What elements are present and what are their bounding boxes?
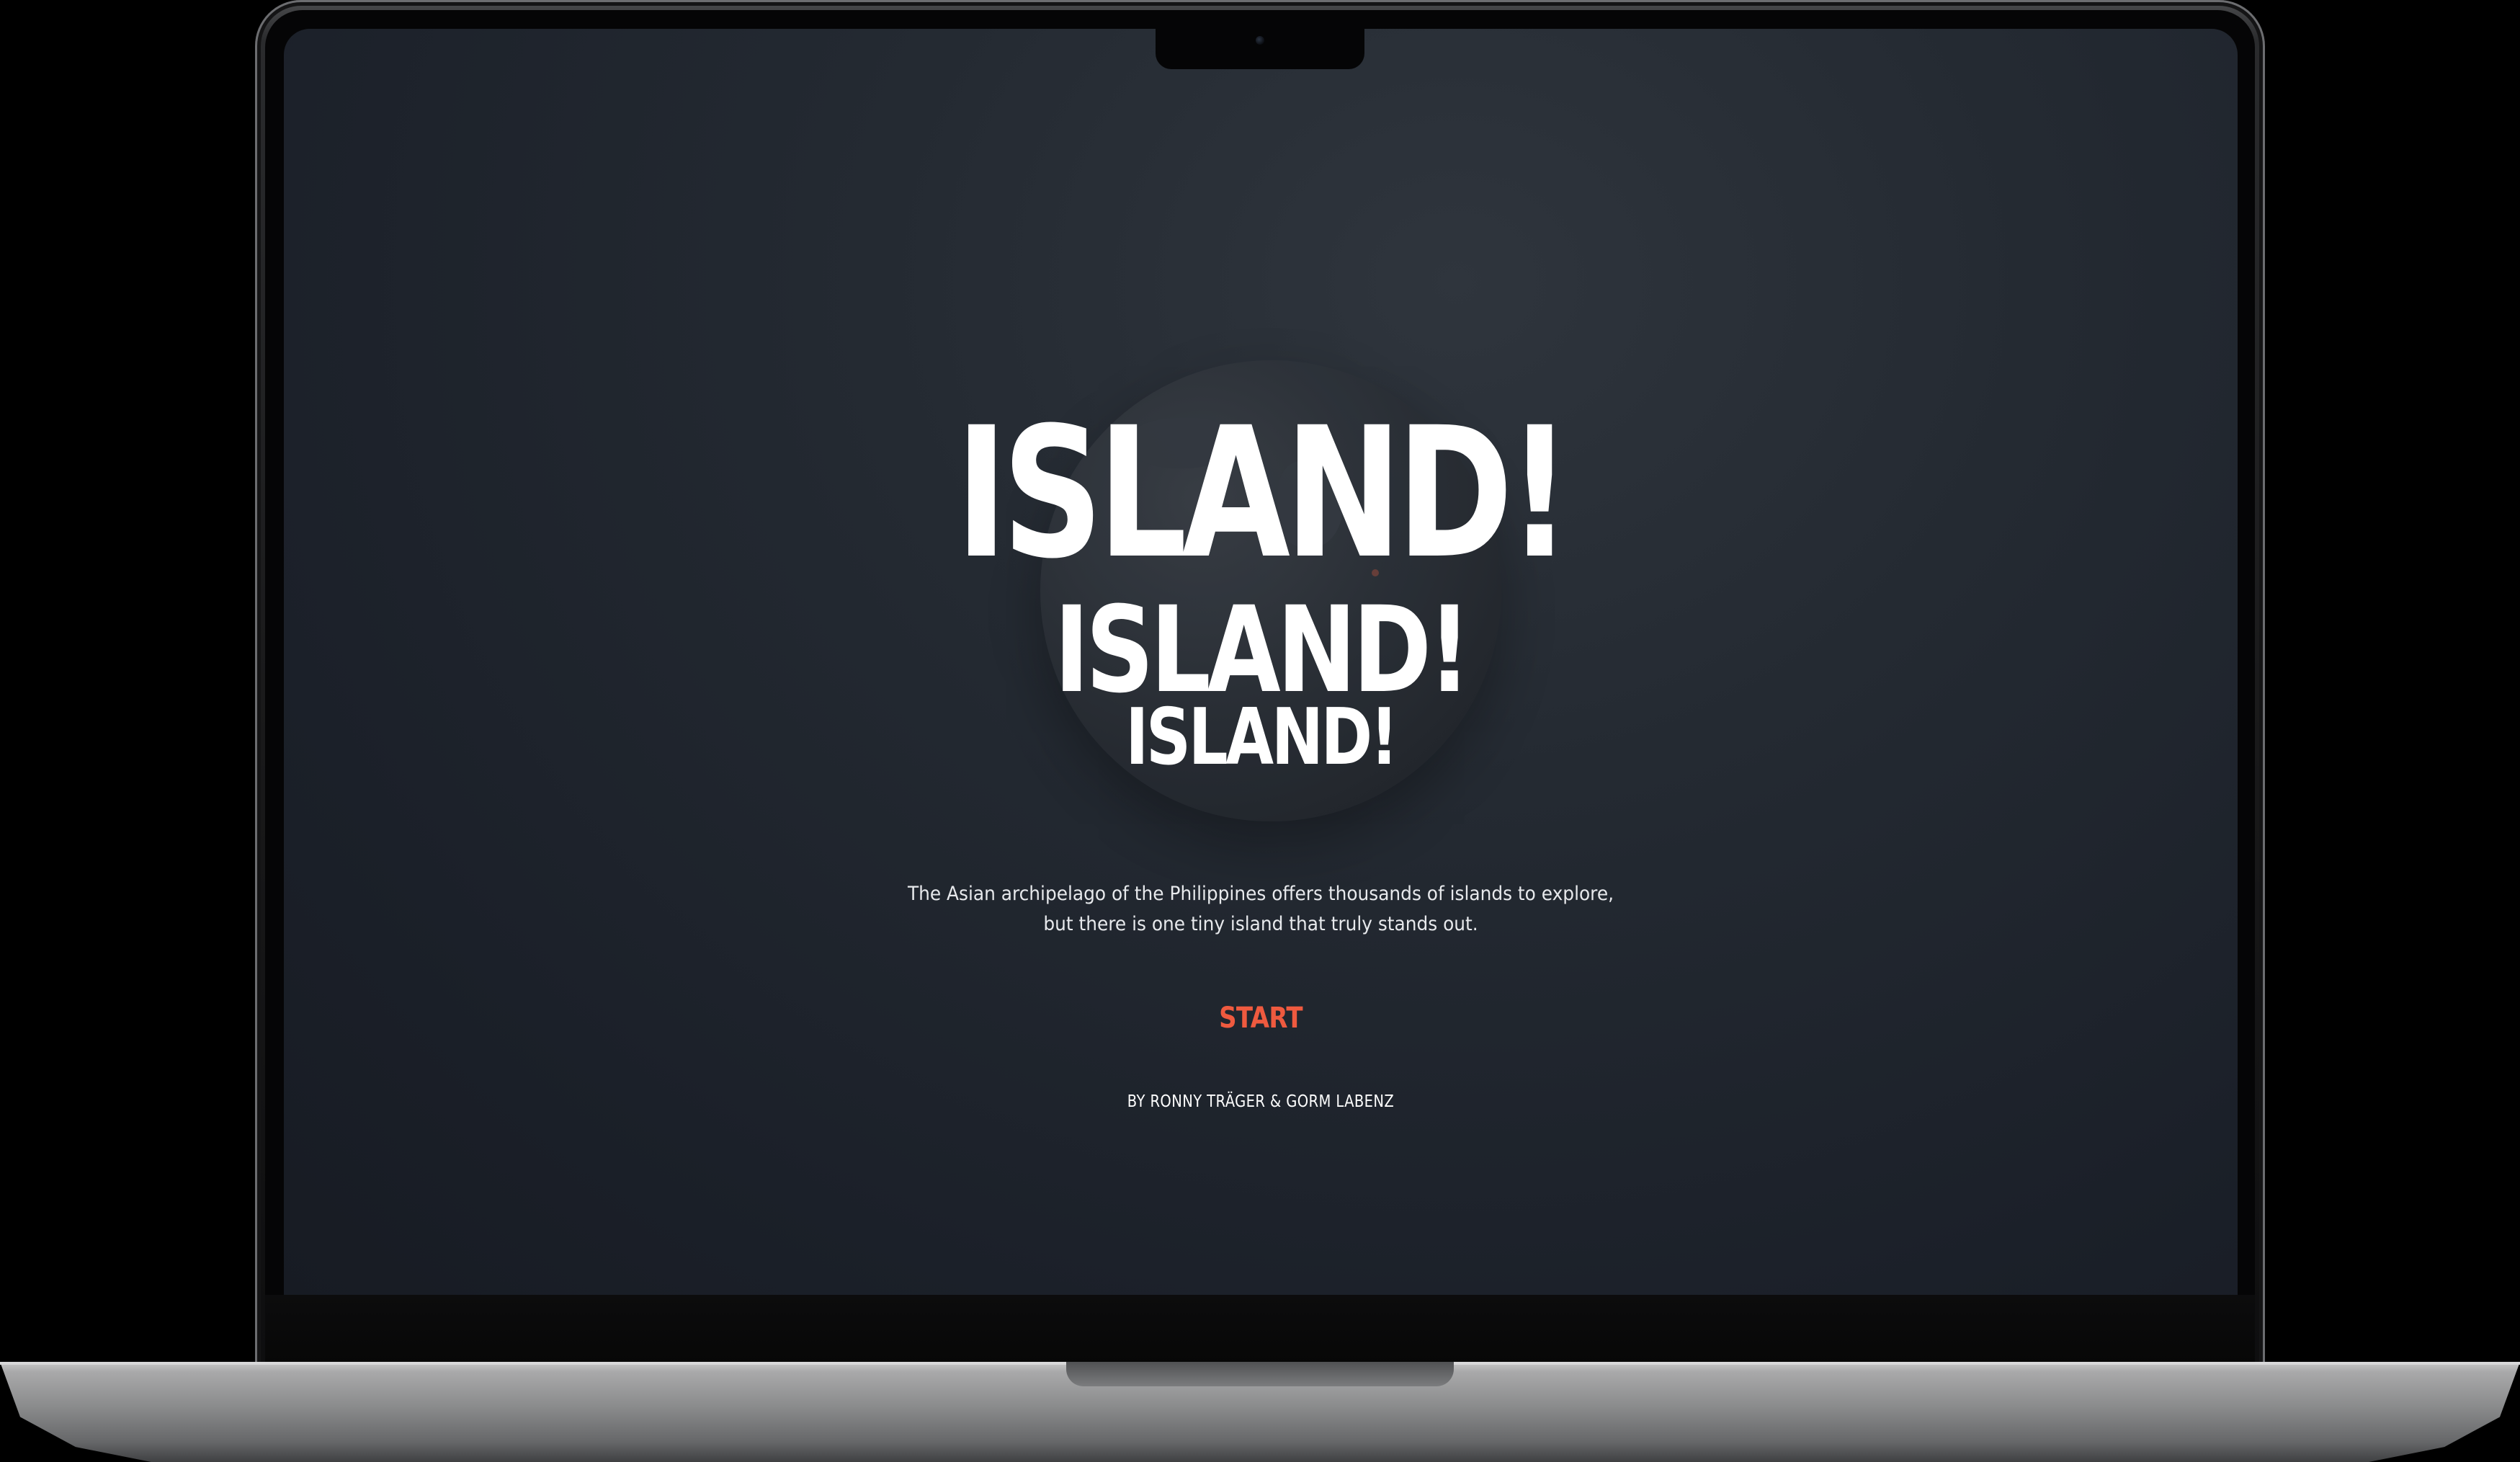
intro-text: The Asian archipelago of the Philippines…	[907, 883, 1614, 935]
byline: BY RONNY TRÄGER & GORM LABENZ	[1127, 1092, 1395, 1111]
screen-chin	[265, 1295, 2255, 1363]
laptop-mockup: ISLAND! ISLAND! ISLAND! The Asian archip…	[0, 0, 2520, 1462]
lid-opening-notch	[1066, 1362, 1454, 1386]
screen-notch	[1156, 29, 1364, 69]
camera-icon	[1256, 36, 1264, 45]
start-button[interactable]: START	[1169, 1002, 1353, 1035]
headline-line-1: ISLAND!	[955, 388, 1571, 598]
screen: ISLAND! ISLAND! ISLAND! The Asian archip…	[284, 29, 2238, 1295]
headline-line-3: ISLAND!	[1125, 692, 1398, 783]
